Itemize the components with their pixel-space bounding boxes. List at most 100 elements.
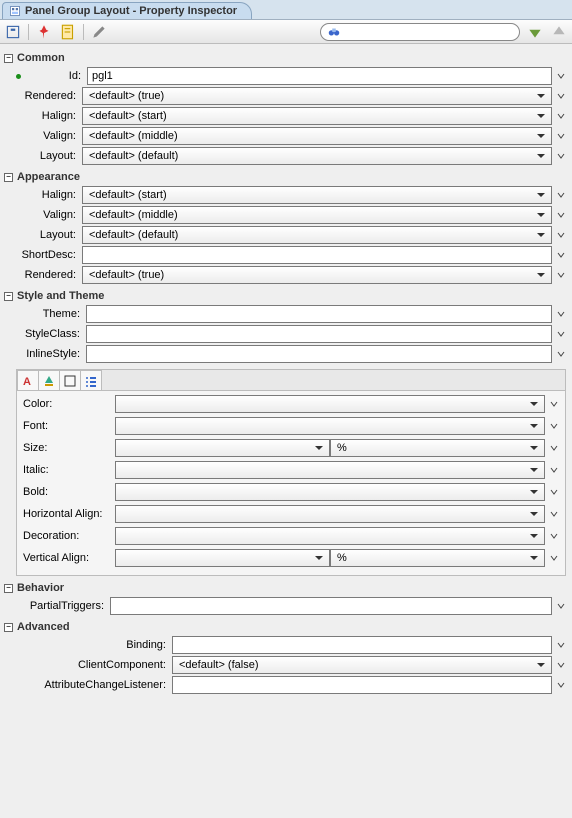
expand-chevron[interactable]	[556, 271, 566, 279]
color-combo[interactable]	[115, 395, 545, 413]
section-header-style: − Style and Theme	[4, 290, 566, 302]
attributechangelistener-input[interactable]	[172, 676, 552, 694]
theme-input[interactable]	[86, 305, 552, 323]
expand-chevron[interactable]	[556, 191, 566, 199]
arrow-up-icon[interactable]	[550, 23, 568, 41]
expand-chevron[interactable]	[556, 641, 566, 649]
label-bold: Bold:	[23, 486, 111, 498]
label-horizontal-align: Horizontal Align:	[23, 508, 111, 520]
label-italic: Italic:	[23, 464, 111, 476]
expand-chevron[interactable]	[556, 661, 566, 669]
collapse-toggle[interactable]: −	[4, 54, 13, 63]
expand-chevron[interactable]	[556, 310, 566, 318]
chevron-down-icon	[527, 444, 541, 452]
italic-combo[interactable]	[115, 461, 545, 479]
appearance-layout-combo[interactable]: <default> (default)	[82, 226, 552, 244]
font-combo[interactable]	[115, 417, 545, 435]
bold-combo[interactable]	[115, 483, 545, 501]
vertical-align-value-combo[interactable]	[115, 549, 330, 567]
inlinestyle-input[interactable]	[86, 345, 552, 363]
expand-chevron[interactable]	[549, 532, 559, 540]
chevron-down-icon	[534, 152, 548, 160]
horizontal-align-combo[interactable]	[115, 505, 545, 523]
label-layout: Layout:	[16, 229, 78, 241]
pin-icon[interactable]	[35, 23, 53, 41]
label-theme: Theme:	[16, 308, 82, 320]
expand-chevron[interactable]	[556, 681, 566, 689]
expand-chevron[interactable]	[556, 231, 566, 239]
content-area: − Common Id: Rendered: <default> (true) …	[0, 44, 572, 694]
chevron-down-icon	[534, 661, 548, 669]
label-partialtriggers: PartialTriggers:	[16, 600, 106, 612]
note-icon[interactable]	[59, 23, 77, 41]
section-title: Behavior	[17, 582, 64, 594]
label-decoration: Decoration:	[23, 530, 111, 542]
expand-chevron[interactable]	[549, 554, 559, 562]
chevron-down-icon	[527, 422, 541, 430]
expand-chevron[interactable]	[549, 422, 559, 430]
toolbar	[0, 20, 572, 44]
expand-chevron[interactable]	[549, 488, 559, 496]
section-title: Style and Theme	[17, 290, 104, 302]
label-inlinestyle: InlineStyle:	[16, 348, 82, 360]
expand-chevron[interactable]	[556, 92, 566, 100]
partialtriggers-input[interactable]	[110, 597, 552, 615]
size-unit-combo[interactable]: %	[330, 439, 545, 457]
chevron-down-icon	[312, 554, 326, 562]
collapse-toggle[interactable]: −	[4, 584, 13, 593]
expand-chevron[interactable]	[556, 330, 566, 338]
tab-title: Panel Group Layout - Property Inspector	[25, 5, 237, 17]
rendered-combo[interactable]: <default> (true)	[82, 87, 552, 105]
shortdesc-input[interactable]	[82, 246, 552, 264]
binding-input[interactable]	[172, 636, 552, 654]
inspector-icon	[9, 5, 21, 17]
vertical-align-unit-combo[interactable]: %	[330, 549, 545, 567]
id-input[interactable]	[87, 67, 552, 85]
toolbar-divider	[28, 24, 29, 40]
expand-chevron[interactable]	[556, 112, 566, 120]
style-tab-list[interactable]	[80, 370, 102, 390]
section-header-behavior: − Behavior	[4, 582, 566, 594]
label-valign: Valign:	[16, 130, 78, 142]
size-value-combo[interactable]	[115, 439, 330, 457]
required-indicator	[16, 74, 21, 79]
expand-chevron[interactable]	[549, 444, 559, 452]
collapse-toggle[interactable]: −	[4, 173, 13, 182]
expand-chevron[interactable]	[556, 251, 566, 259]
appearance-valign-combo[interactable]: <default> (middle)	[82, 206, 552, 224]
expand-chevron[interactable]	[556, 350, 566, 358]
label-size: Size:	[23, 442, 111, 454]
layout-combo[interactable]: <default> (default)	[82, 147, 552, 165]
expand-chevron[interactable]	[549, 400, 559, 408]
expand-chevron[interactable]	[549, 510, 559, 518]
arrow-down-icon[interactable]	[526, 23, 544, 41]
style-tab-box[interactable]	[59, 370, 81, 390]
find-box[interactable]	[320, 23, 520, 41]
valign-combo[interactable]: <default> (middle)	[82, 127, 552, 145]
label-shortdesc: ShortDesc:	[16, 249, 78, 261]
expand-chevron[interactable]	[556, 72, 566, 80]
collapse-toggle[interactable]: −	[4, 292, 13, 301]
label-vertical-align: Vertical Align:	[23, 552, 111, 564]
chevron-down-icon	[534, 112, 548, 120]
appearance-rendered-combo[interactable]: <default> (true)	[82, 266, 552, 284]
expand-chevron[interactable]	[549, 466, 559, 474]
style-tab-text[interactable]: A	[17, 370, 39, 390]
edit-icon[interactable]	[90, 23, 108, 41]
expand-chevron[interactable]	[556, 152, 566, 160]
label-attributechangelistener: AttributeChangeListener:	[16, 679, 168, 691]
style-tab-color[interactable]	[38, 370, 60, 390]
clientcomponent-combo[interactable]: <default> (false)	[172, 656, 552, 674]
expand-chevron[interactable]	[556, 132, 566, 140]
toolbar-btn-1[interactable]	[4, 23, 22, 41]
chevron-down-icon	[534, 271, 548, 279]
expand-chevron[interactable]	[556, 211, 566, 219]
halign-combo[interactable]: <default> (start)	[82, 107, 552, 125]
appearance-halign-combo[interactable]: <default> (start)	[82, 186, 552, 204]
expand-chevron[interactable]	[556, 602, 566, 610]
tab-property-inspector[interactable]: Panel Group Layout - Property Inspector	[2, 2, 252, 19]
styleclass-input[interactable]	[86, 325, 552, 343]
chevron-down-icon	[527, 466, 541, 474]
decoration-combo[interactable]	[115, 527, 545, 545]
collapse-toggle[interactable]: −	[4, 623, 13, 632]
